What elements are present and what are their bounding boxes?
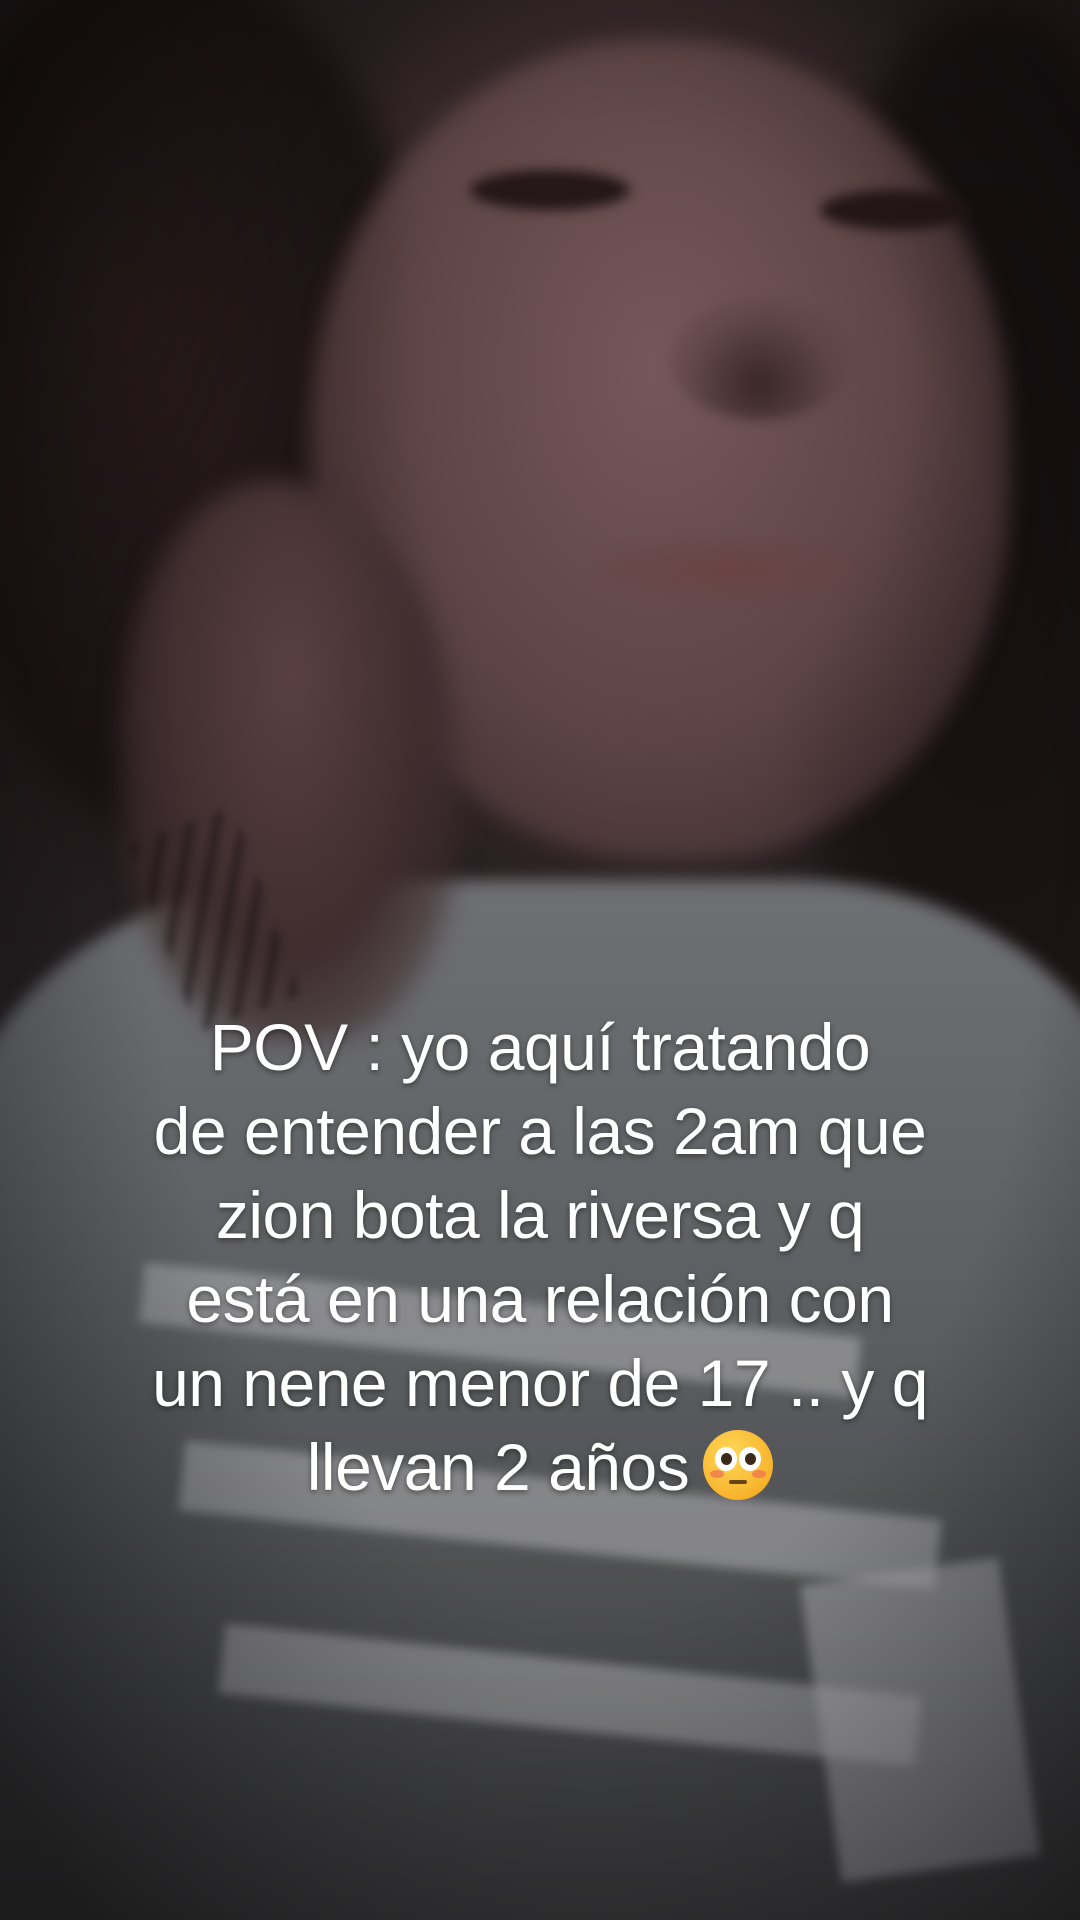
caption-line: un nene menor de 17 .. y q — [152, 1346, 928, 1420]
caption-line: llevan 2 años — [306, 1430, 690, 1504]
video-frame[interactable]: POV : yo aquí tratando de entender a las… — [0, 0, 1080, 1920]
vignette-overlay — [0, 0, 1080, 1920]
caption-line: zion bota la riversa y q — [215, 1178, 865, 1252]
caption-line: POV : yo aquí tratando — [209, 1010, 871, 1084]
flushed-face-icon — [703, 1430, 774, 1500]
caption-line: de entender a las 2am que — [153, 1094, 927, 1168]
caption-overlay: POV : yo aquí tratando de entender a las… — [40, 1005, 1040, 1509]
caption-line: está en una relación con — [186, 1262, 894, 1336]
caption-line-last: llevan 2 años — [40, 1425, 1040, 1509]
